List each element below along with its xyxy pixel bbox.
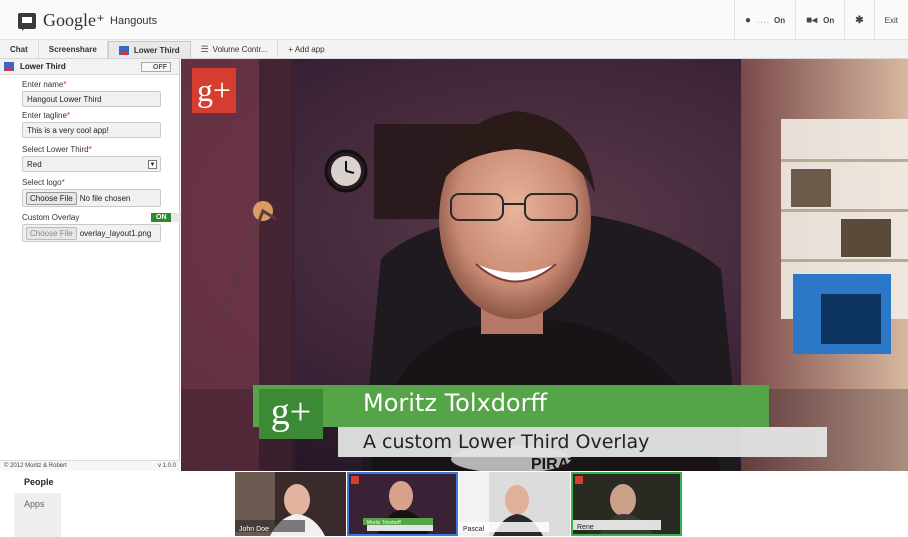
tab-chat-label: Chat	[10, 44, 28, 54]
logo-field-group: Select logo* Choose File No file chosen	[22, 178, 161, 207]
name-input[interactable]: Hangout Lower Third	[22, 91, 161, 107]
tab-volume-control[interactable]: ☰ Volume Contr...	[191, 40, 279, 58]
overlay-field-group: Custom Overlay ON Choose File overlay_la…	[22, 213, 182, 242]
bottom-nav: People Apps	[14, 471, 61, 537]
hangouts-icon	[18, 12, 36, 31]
lower-third-icon	[4, 62, 14, 71]
logo-file-name: No file chosen	[79, 193, 131, 203]
mic-toggle[interactable]: ● .... On	[734, 0, 795, 40]
tagline-label: Enter tagline*	[22, 111, 71, 120]
participant-thumb[interactable]: Pascal	[459, 472, 570, 536]
panel-header: Lower Third OFF	[0, 59, 179, 75]
lower-third-name: Moritz Tolxdorff	[363, 389, 548, 417]
lower-third-panel: Lower Third OFF Enter name* Hangout Lowe…	[0, 59, 182, 471]
volume-icon: ☰	[200, 43, 209, 54]
camera-icon: ■◂	[806, 14, 818, 26]
nav-people[interactable]: People	[14, 471, 61, 493]
microphone-icon: ●	[745, 14, 752, 26]
participant-name: Rene	[577, 524, 594, 531]
tagline-field-group: Enter tagline* This is a very cool app!	[22, 111, 161, 138]
tab-volume-label: Volume Contr...	[212, 44, 268, 54]
custom-overlay-toggle[interactable]: ON	[151, 213, 182, 222]
participant-strip: John Doe Moritz Tolxdorff Pascal Rene	[235, 472, 683, 536]
camera-state: On	[823, 15, 835, 25]
tab-chat[interactable]: Chat	[0, 40, 39, 58]
logo-google-text: Google	[43, 10, 96, 30]
logo-hangouts-text: Hangouts	[110, 14, 158, 27]
tab-lower-third[interactable]: Lower Third	[107, 41, 191, 58]
lower-third-tagline: A custom Lower Third Overlay	[363, 431, 650, 453]
logo-file-input: Choose File No file chosen	[22, 189, 161, 207]
overlay-file-input: Choose File overlay_layout1.png	[22, 224, 161, 242]
name-label: Enter name*	[22, 80, 67, 89]
participant-name: John Doe	[239, 526, 269, 533]
app-tab-bar: Chat Screenshare Lower Third ☰ Volume Co…	[0, 40, 908, 59]
copyright: © 2012 Moritz & Robert	[4, 463, 67, 469]
exit-button[interactable]: Exit	[873, 0, 908, 40]
top-bar: Google + Hangouts ● .... On ■◂ On ✱ Exit	[0, 0, 908, 40]
hangouts-logo: Google + Hangouts	[18, 10, 157, 31]
mic-level-dots: ....	[757, 15, 770, 25]
gear-icon: ✱	[855, 14, 864, 26]
panel-footer: © 2012 Moritz & Robert v 1.0.0	[0, 460, 180, 471]
overlay-toggle-state: ON	[156, 214, 167, 221]
tab-screenshare-label: Screenshare	[48, 44, 97, 54]
choose-logo-button[interactable]: Choose File	[26, 191, 77, 205]
chevron-down-icon: ▼	[148, 160, 157, 169]
tab-lower-third-label: Lower Third	[133, 45, 180, 55]
participant-thumb[interactable]: John Doe	[235, 472, 346, 536]
exit-label: Exit	[884, 15, 898, 25]
tab-screenshare[interactable]: Screenshare	[39, 40, 108, 58]
lower-third-icon	[118, 45, 129, 55]
logo-label: Select logo*	[22, 178, 65, 187]
version: v 1.0.0	[157, 463, 176, 469]
lower-third-gplus-logo: g+	[259, 389, 323, 439]
camera-toggle[interactable]: ■◂ On	[795, 0, 844, 40]
lower-third-select[interactable]: Red ▼	[22, 156, 161, 172]
participant-name: Pascal	[463, 526, 485, 533]
mic-state: On	[773, 15, 786, 25]
name-field-group: Enter name* Hangout Lower Third	[22, 80, 161, 107]
main-video: PIRATEN g+ g+ Moritz Tolxdorff A custom …	[181, 59, 908, 471]
select-label: Select Lower Third*	[22, 145, 92, 154]
participant-video	[349, 474, 456, 534]
panel-title: Lower Third	[20, 62, 66, 71]
logo-plus-text: +	[97, 10, 105, 25]
choose-overlay-button[interactable]: Choose File	[26, 226, 77, 240]
tagline-input[interactable]: This is a very cool app!	[22, 122, 161, 138]
google-plus-badge: g+	[192, 68, 236, 113]
select-field-group: Select Lower Third* Red ▼	[22, 145, 161, 172]
add-app-label: + Add app	[288, 44, 325, 54]
participant-thumb-selected[interactable]: Moritz Tolxdorff	[347, 472, 458, 536]
select-value: Red	[27, 160, 42, 169]
participant-name: Moritz Tolxdorff	[367, 520, 401, 526]
participant-thumb-speaking[interactable]: Rene	[571, 472, 682, 536]
toggle-state: OFF	[153, 63, 167, 71]
add-app-button[interactable]: + Add app	[278, 40, 334, 58]
settings-button[interactable]: ✱	[844, 0, 873, 40]
nav-apps[interactable]: Apps	[14, 493, 61, 515]
overlay-file-name: overlay_layout1.png	[79, 228, 152, 238]
bottom-area: People Apps John Doe Moritz Tolxdorff Pa…	[0, 471, 908, 537]
lower-third-toggle[interactable]: OFF	[141, 62, 171, 72]
